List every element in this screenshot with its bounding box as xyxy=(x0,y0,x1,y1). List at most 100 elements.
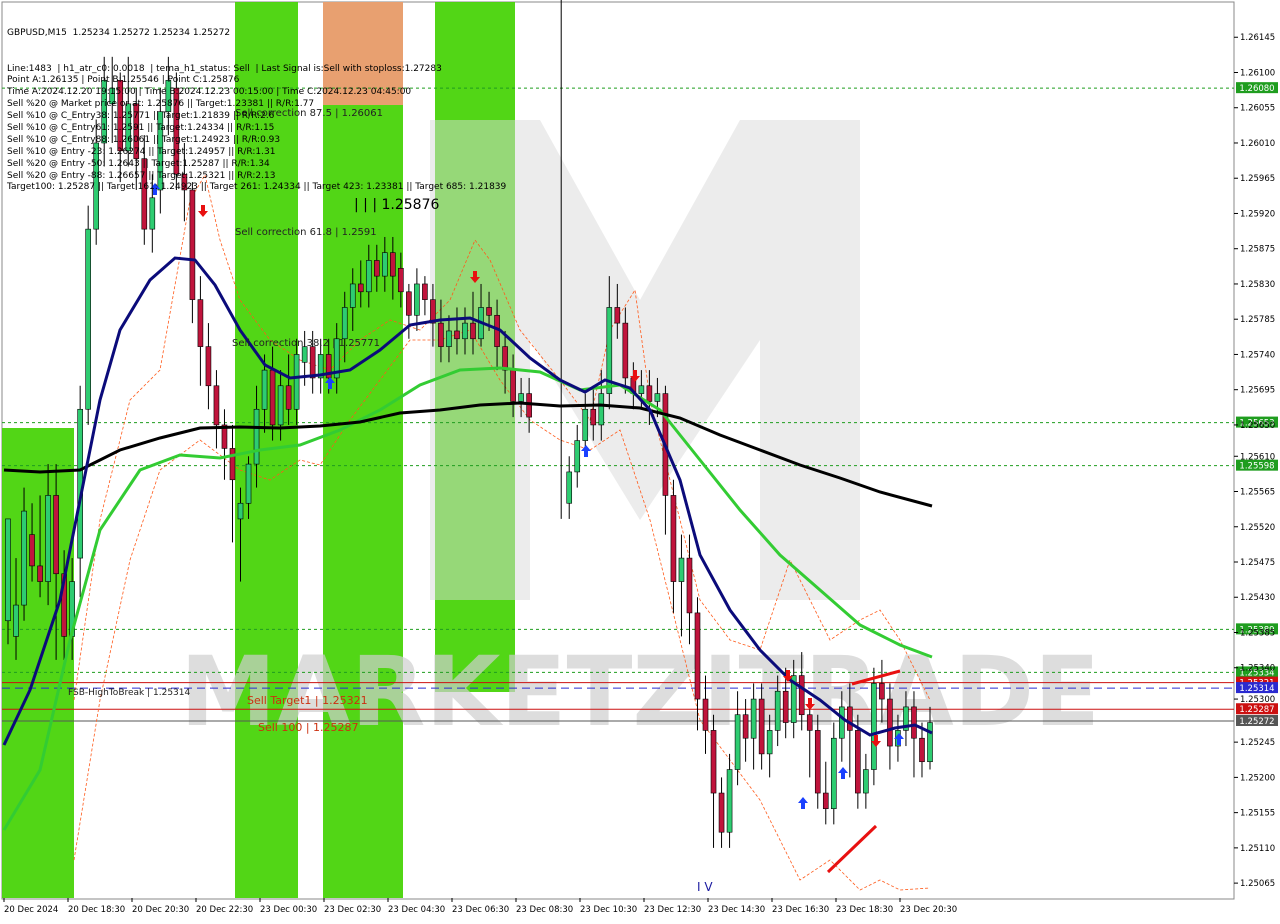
x-tick-label: 23 Dec 14:30 xyxy=(708,905,765,915)
candle-body xyxy=(718,792,725,833)
candle-body xyxy=(863,769,869,794)
candle-body xyxy=(45,495,51,582)
candle-body xyxy=(855,730,861,794)
y-tick-label: 1.25920 xyxy=(1240,209,1275,219)
candle-body xyxy=(502,346,508,371)
info-line: Sell %10 @ Entry -23: 1.26274 || Target:… xyxy=(7,146,276,157)
x-tick-label: 20 Dec 2024 xyxy=(4,905,58,915)
y-tick-label: 1.25695 xyxy=(1240,386,1275,396)
y-tick-label: 1.25785 xyxy=(1240,315,1275,325)
candle-body xyxy=(373,260,380,277)
candle-body xyxy=(406,291,412,316)
y-tick-label: 1.25245 xyxy=(1240,738,1275,748)
info-line: Sell %20 @ Market price or at: 1.25876 |… xyxy=(7,99,315,110)
info-panel: GBPUSD,M15 1.25234 1.25272 1.25234 1.252… xyxy=(7,4,506,193)
candle-body xyxy=(622,322,629,379)
price-level-label: 1.25287 xyxy=(1239,705,1274,715)
candle-body xyxy=(285,385,292,410)
sell-target1-label: Sell Target1 | 1.25321 xyxy=(247,694,368,707)
candle-body xyxy=(919,737,925,763)
candle-body xyxy=(454,330,460,340)
candle-body xyxy=(726,769,733,833)
candle-body xyxy=(806,714,813,731)
candle-body xyxy=(398,267,404,293)
y-tick-label: 1.25385 xyxy=(1240,628,1275,638)
fsb-label: FSB-HighToBreak | 1.25314 xyxy=(68,688,190,698)
info-line: Time A:2024.12.20 19:15:00 | Time B:2024… xyxy=(7,87,412,98)
candle-body xyxy=(245,463,252,504)
price-level-label: 1.25314 xyxy=(1239,684,1274,694)
candle-body xyxy=(758,698,765,755)
candle-body xyxy=(526,393,532,418)
x-tick-label: 23 Dec 10:30 xyxy=(580,905,637,915)
candle-body xyxy=(814,730,821,794)
info-line: Point A:1.26135 | Point B:1.25546 | Poin… xyxy=(7,75,240,86)
candle-body xyxy=(486,307,492,316)
x-tick-label: 23 Dec 04:30 xyxy=(388,905,445,915)
info-line: Sell %20 @ Entry -88: 1.26657 || Target:… xyxy=(7,170,276,181)
candle-body xyxy=(847,706,853,731)
candle-body xyxy=(205,346,212,387)
candle-body xyxy=(710,730,717,794)
y-tick-label: 1.25650 xyxy=(1240,421,1275,431)
candle-body xyxy=(277,385,284,426)
y-tick-label: 1.25430 xyxy=(1240,593,1275,603)
candle-body xyxy=(742,714,749,739)
info-line: Sell %10 @ C_Entry88: 1.26061 || Target:… xyxy=(7,134,281,145)
candle-body xyxy=(13,604,19,637)
candle-body xyxy=(646,385,653,402)
candle-body xyxy=(349,283,356,308)
y-tick-label: 1.26010 xyxy=(1240,139,1275,149)
price-level-label: 1.26080 xyxy=(1239,84,1274,94)
candle-body xyxy=(782,690,789,723)
info-line: Sell %20 @ Entry -50: 1.2643 || Target:1… xyxy=(7,158,270,169)
candle-body xyxy=(670,495,677,582)
candle-body xyxy=(566,471,573,504)
candle-body xyxy=(686,557,693,614)
candle-body xyxy=(438,322,444,347)
candle-body xyxy=(582,408,589,441)
candle-body xyxy=(518,393,524,402)
candle-body xyxy=(189,189,196,300)
candle-body xyxy=(590,408,597,426)
candle-body xyxy=(830,737,837,810)
wave-iv-label: I V xyxy=(697,880,713,894)
y-tick-label: 1.25565 xyxy=(1240,488,1275,498)
x-tick-label: 23 Dec 18:30 xyxy=(836,905,893,915)
y-tick-label: 1.25875 xyxy=(1240,245,1275,255)
x-tick-label: 23 Dec 02:30 xyxy=(324,905,381,915)
candle-body xyxy=(702,698,709,731)
point-c-label: | | | 1.25876 xyxy=(354,197,439,213)
y-tick-label: 1.25200 xyxy=(1240,773,1275,783)
candle-body xyxy=(229,448,236,481)
price-level-label: 1.25272 xyxy=(1239,717,1274,727)
candle-body xyxy=(446,330,452,347)
candle-body xyxy=(269,369,276,426)
candle-body xyxy=(85,228,91,410)
y-tick-label: 1.25155 xyxy=(1240,809,1275,819)
candle-body xyxy=(213,385,220,426)
candle-body xyxy=(510,369,516,402)
candle-body xyxy=(734,714,741,770)
candle-body xyxy=(253,408,260,465)
candle-body xyxy=(678,557,685,582)
candle-body xyxy=(750,698,757,739)
candle-body xyxy=(638,385,645,394)
candle-body xyxy=(598,393,605,426)
candle-body xyxy=(887,698,893,747)
candle-body xyxy=(309,346,316,379)
info-line: Sell %10 @ C_Entry61: 1.2591 || Target:1… xyxy=(7,122,275,133)
y-tick-label: 1.25740 xyxy=(1240,350,1275,360)
candle-body xyxy=(822,792,829,810)
candle-body xyxy=(37,565,43,582)
candle-body xyxy=(839,706,845,739)
sell-correction-382-label: Sell correction 38.2 | 1.25771 xyxy=(232,338,380,349)
x-tick-label: 20 Dec 20:30 xyxy=(132,905,189,915)
candle-body xyxy=(422,283,428,300)
x-tick-label: 20 Dec 18:30 xyxy=(68,905,125,915)
candle-body xyxy=(197,299,204,347)
y-tick-label: 1.26055 xyxy=(1240,104,1275,114)
candle-body xyxy=(382,252,388,277)
price-level-label: 1.25598 xyxy=(1239,462,1274,472)
candle-body xyxy=(574,440,581,473)
